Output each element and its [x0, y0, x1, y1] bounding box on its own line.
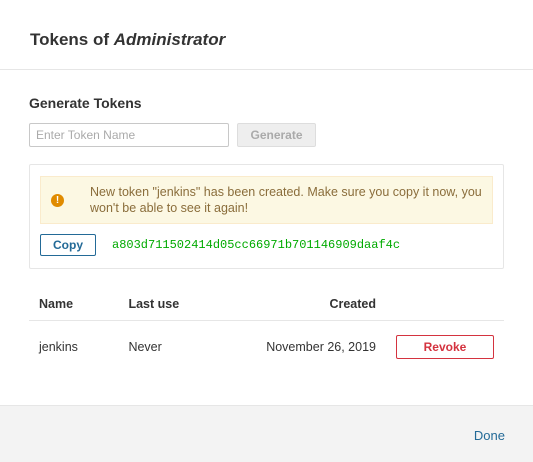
generate-row: Generate: [29, 123, 504, 147]
generate-button[interactable]: Generate: [237, 123, 316, 147]
table-row: jenkins Never November 26, 2019 Revoke: [29, 321, 504, 374]
modal-title: Tokens of Administrator: [30, 30, 533, 50]
token-name-cell: jenkins: [39, 340, 78, 354]
new-token-panel: ! New token "jenkins" has been created. …: [29, 164, 504, 269]
token-value[interactable]: a803d711502414d05cc66971b701146909daaf4c: [112, 238, 400, 252]
copy-row: Copy a803d711502414d05cc66971b701146909d…: [40, 234, 493, 256]
title-prefix: Tokens of: [30, 30, 110, 49]
title-user: Administrator: [113, 30, 226, 49]
created-cell: November 26, 2019: [266, 340, 376, 354]
column-header-name: Name: [29, 287, 119, 321]
actions-cell: Revoke: [386, 321, 504, 374]
last-use-cell: Never: [128, 340, 162, 354]
column-header-actions: [386, 287, 504, 321]
modal-footer: Done: [0, 405, 533, 462]
column-header-created: Created: [217, 287, 386, 321]
copy-button[interactable]: Copy: [40, 234, 96, 256]
modal-body: Generate Tokens Generate ! New token "je…: [0, 95, 533, 373]
done-link[interactable]: Done: [474, 428, 505, 443]
table-header-row: Name Last use Created: [29, 287, 504, 321]
token-name-input[interactable]: [29, 123, 229, 147]
modal-header: Tokens of Administrator: [0, 0, 533, 70]
warning-alert: ! New token "jenkins" has been created. …: [40, 176, 493, 224]
alert-message: New token "jenkins" has been created. Ma…: [90, 185, 482, 215]
tokens-table: Name Last use Created jenkins Never Nove…: [29, 287, 504, 373]
column-header-last-use: Last use: [118, 287, 218, 321]
generate-tokens-title: Generate Tokens: [29, 95, 142, 111]
revoke-button[interactable]: Revoke: [396, 335, 494, 359]
exclamation-icon: !: [51, 193, 64, 207]
